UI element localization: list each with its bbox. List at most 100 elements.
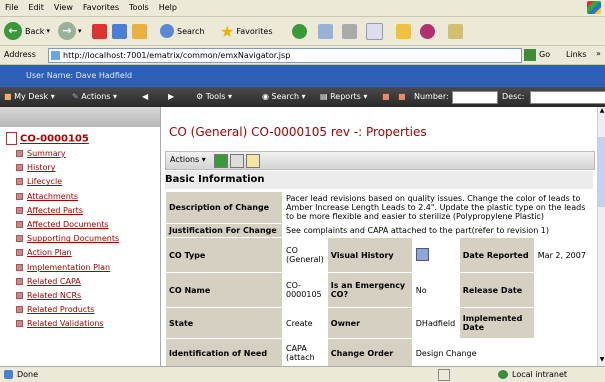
actions-menu[interactable]: ✎ Actions ▾ [72,92,117,101]
favorites-button[interactable]: ★ Favorites [220,21,272,41]
bullet-icon [16,192,23,200]
star-icon: ★ [220,21,235,41]
links-button[interactable]: Links [566,50,587,59]
number-input[interactable] [452,91,498,104]
menu-help[interactable]: Help [154,0,182,12]
stop-button[interactable] [92,21,107,41]
go-button[interactable]: Go [539,50,550,59]
desc-input[interactable] [530,91,605,104]
sidebar-item-label: Summary [27,149,66,158]
messenger-button[interactable] [420,21,435,41]
bullet-icon [16,263,23,271]
bullet-icon [16,306,23,314]
sidebar-item-attachments[interactable]: Attachments [16,192,78,201]
status-text: Done [17,370,39,379]
forward-button[interactable]: → ▾ [58,21,82,41]
identification-value: CAPA (attach [283,339,327,366]
messenger-icon [420,23,435,39]
document-icon [6,132,17,145]
excel-icon[interactable] [214,154,228,168]
edit-button[interactable] [366,21,383,41]
app-toolbar: ■ My Desk ▾ ✎ Actions ▾ ◀ ▶ ⚙ Tools ▾ ◉ … [0,87,605,107]
menu-file[interactable]: File [0,0,23,12]
desc-label: Desc: [502,92,525,101]
back-arrow-icon: ← [4,22,22,40]
discuss-icon [448,23,463,39]
links-overflow-icon[interactable]: » [596,49,601,58]
bullet-icon [16,277,23,285]
visual-history-cell [412,238,459,272]
sidebar-item-affected-documents[interactable]: Affected Documents [16,220,109,229]
my-desk-menu[interactable]: ■ My Desk ▾ [4,92,55,101]
sidebar-item-label: Related Products [27,305,95,315]
table-row: CO Type CO (General) Visual History Date… [166,238,592,272]
discuss-button[interactable] [448,21,463,41]
scroll-up-icon[interactable]: ▲ [598,107,605,116]
go-arrow-icon[interactable] [524,49,536,61]
toolbar-icon-a[interactable]: ■ [382,92,390,101]
sidebar-item-action-plan[interactable]: Action Plan [16,248,72,257]
toolbar-icon-b[interactable]: ■ [398,92,406,101]
history-button[interactable] [292,21,307,41]
home-button[interactable] [132,21,147,41]
sidebar-item-lifecycle[interactable]: Lifecycle [16,177,62,186]
visual-history-icon[interactable] [415,247,429,261]
release-date-value [534,273,592,307]
scroll-down-icon[interactable]: ▼ [598,356,605,365]
search-menu[interactable]: ◉ Search ▾ [262,92,306,101]
sidebar-item-implementation-plan[interactable]: Implementation Plan [16,263,110,272]
bullet-icon [16,150,23,157]
menu-view[interactable]: View [49,0,78,12]
help-icon[interactable] [246,154,260,168]
page-icon [51,51,60,60]
back-arrow-icon: ◀ [142,92,149,101]
table-row: Justification For Change See complaints … [166,224,592,237]
state-label: State [166,308,282,338]
vertical-scrollbar[interactable]: ▲ ▼ [597,107,605,366]
sidebar-item-label: Related CAPA [27,276,81,286]
app-header: User Name: Dave Hadfield [0,65,605,87]
refresh-button[interactable] [112,21,127,41]
sidebar-item-related-capa[interactable]: Related CAPA [16,277,81,286]
sidebar-item-related-validations[interactable]: Related Validations [16,319,104,328]
bullet-icon [16,292,23,299]
actions-icon: ✎ [72,92,79,101]
sidebar-item-supporting-documents[interactable]: Supporting Documents [16,234,119,243]
desk-icon: ■ [4,92,12,101]
folder-button[interactable] [396,21,411,41]
sidebar-item-related-products[interactable]: Related Products [16,305,94,314]
sidebar-item-affected-parts[interactable]: Affected Parts [16,206,83,215]
actions-dropdown[interactable]: Actions ▾ [170,155,206,164]
print-button[interactable] [342,21,357,41]
sidebar-item-related-ncrs[interactable]: Related NCRs [16,291,81,300]
bullet-icon [16,235,23,243]
sidebar-item-label: Affected Parts [27,205,83,215]
tools-menu[interactable]: ⚙ Tools ▾ [196,92,232,101]
back-nav-button[interactable]: ◀ [142,92,148,101]
user-name: User Name: Dave Hadfield [26,71,133,80]
url-input[interactable]: http://localhost:7001/ematrix/common/emx… [48,48,522,63]
menu-edit[interactable]: Edit [23,0,49,12]
home-icon [132,23,147,39]
mail-button[interactable] [318,21,333,41]
back-button[interactable]: ← Back ▾ [4,21,50,41]
change-order-value: Design Change [412,339,592,366]
search-button[interactable]: Search [160,21,204,41]
bullet-icon [16,164,23,172]
scrollbar-thumb[interactable] [598,137,605,207]
menu-favorites[interactable]: Favorites [78,0,124,12]
actions-toolbar: Actions ▾ [165,151,595,170]
sidebar-item-label: Lifecycle [27,177,63,187]
sidebar-item-history[interactable]: History [16,163,55,172]
table-row: Identification of Need CAPA (attach Chan… [166,339,592,366]
forward-nav-button[interactable]: ▶ [168,92,174,101]
menu-tools[interactable]: Tools [124,0,154,12]
print-icon[interactable] [230,154,244,168]
sidebar-item-summary[interactable]: Summary [16,149,66,158]
implemented-date-label: Implemented Date [459,308,534,338]
nav-object-link[interactable]: CO-0000105 [6,132,89,145]
page-title: CO (General) CO-0000105 rev -: Propertie… [169,125,427,139]
search-menu-label: Search [271,92,300,101]
bullet-icon [16,320,23,328]
reports-menu[interactable]: ▤ Reports ▾ [320,92,367,101]
